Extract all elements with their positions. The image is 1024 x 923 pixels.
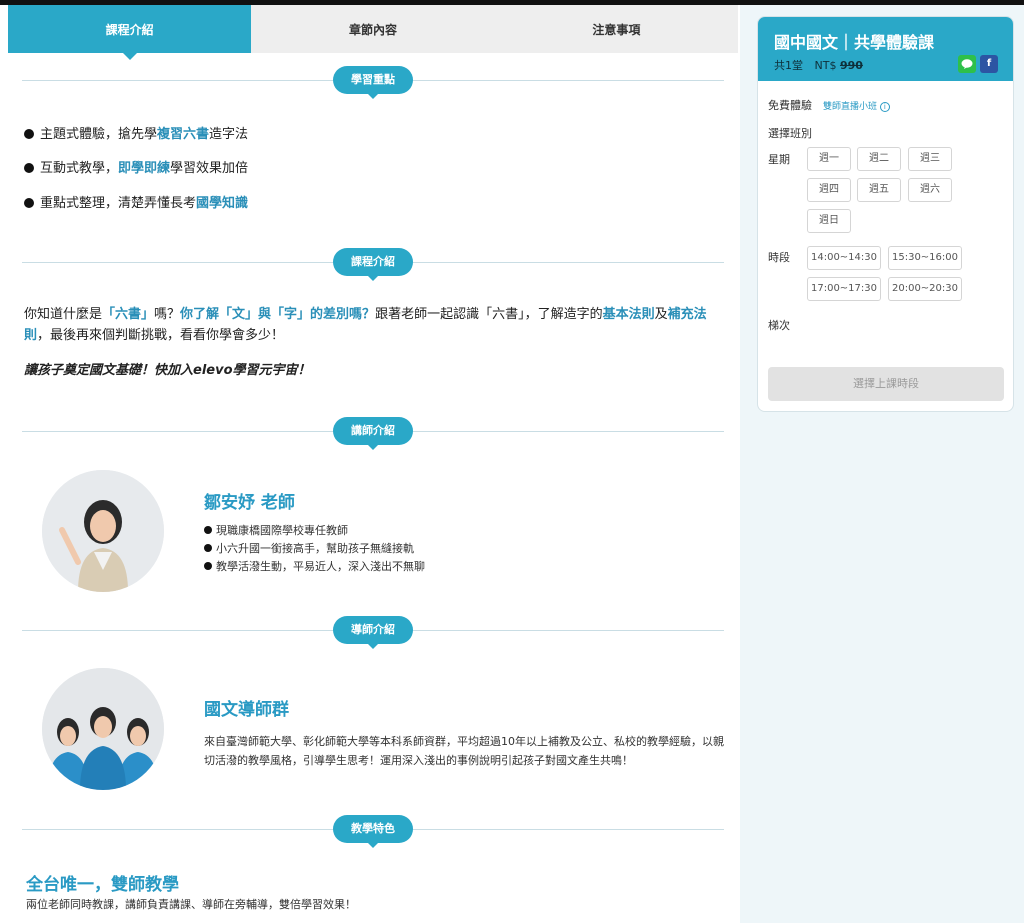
- line-share-button[interactable]: [958, 55, 976, 73]
- feature-description: 兩位老師同時教課，講師負責講課、導師在旁輔導，雙倍學習效果！: [26, 898, 356, 911]
- weekday-option-sat[interactable]: 週六: [908, 178, 952, 202]
- section-header-tutor: 導師介紹: [22, 616, 724, 649]
- feature-title: 全台唯一，雙師教學: [26, 875, 179, 895]
- tab-course-intro[interactable]: 課程介紹: [8, 5, 252, 60]
- bullet-dot-icon: [24, 198, 34, 208]
- info-icon: i: [879, 102, 890, 112]
- weekday-option-tue[interactable]: 週二: [857, 147, 901, 171]
- facebook-share-button[interactable]: f: [980, 55, 998, 73]
- time-label: 時段: [768, 251, 790, 264]
- section-title: 學習重點: [333, 66, 413, 99]
- list-item: 教學活潑生動，平易近人，深入淺出不無聊: [204, 558, 425, 576]
- bullet-dot-icon: [204, 526, 212, 534]
- teacher-avatar: [42, 470, 164, 592]
- course-content: 課程介紹 章節內容 注意事項 學習重點 主題式體驗，搶先學複習六書造字法 互動式…: [8, 5, 738, 923]
- section-title: 教學特色: [333, 815, 413, 848]
- free-trial-link[interactable]: 雙師直播小班 i: [823, 99, 890, 112]
- batch-label: 梯次: [768, 319, 790, 332]
- course-title: 國中國文｜共學體驗課: [774, 33, 935, 52]
- time-option[interactable]: 17:00~17:30: [807, 277, 881, 301]
- tutor-name: 國文導師群: [204, 700, 289, 720]
- list-item: 小六升國一銜接高手，幫助孩子無縫接軌: [204, 540, 425, 558]
- section-header-teacher: 講師介紹: [22, 417, 724, 450]
- weekday-label: 星期: [768, 153, 790, 166]
- section-title: 導師介紹: [333, 616, 413, 649]
- intro-tagline: 讓孩子奠定國文基礎！快加入elevo學習元宇宙！: [24, 363, 311, 378]
- price: 990: [839, 59, 863, 72]
- course-purchase-card: 國中國文｜共學體驗課 共1堂 NT$ 990 f 免費體驗 雙師直播小班 i 選…: [757, 16, 1014, 412]
- time-option[interactable]: 15:30~16:00: [888, 246, 962, 270]
- teacher-points: 現職康橋國際學校專任教師 小六升國一銜接高手，幫助孩子無縫接軌 教學活潑生動，平…: [204, 522, 425, 576]
- card-header: 國中國文｜共學體驗課 共1堂 NT$ 990 f: [758, 17, 1013, 81]
- intro-paragraph: 你知道什麼是「六書」嗎？你了解「文」與「字」的差別嗎？跟著老師一起認識「六書」，…: [24, 307, 707, 343]
- section-header-intro: 課程介紹: [22, 248, 724, 281]
- tutor-description: 來自臺灣師範大學、彰化師範大學等本科系師資群，平均超過10年以上補教及公立、私校…: [204, 735, 724, 767]
- section-title: 講師介紹: [333, 417, 413, 450]
- bullet-dot-icon: [204, 562, 212, 570]
- tutor-avatar: [42, 668, 164, 790]
- session-count: 共1堂: [774, 59, 803, 72]
- highlight-item: 互動式教學，即學即練學習效果加倍: [24, 157, 248, 176]
- section-header-features: 教學特色: [22, 815, 724, 848]
- bullet-dot-icon: [24, 129, 34, 139]
- select-session-button[interactable]: 選擇上課時段: [768, 367, 1004, 401]
- weekday-option-thu[interactable]: 週四: [807, 178, 851, 202]
- tutor-group-photo-icon: [42, 668, 164, 790]
- section-header-highlights: 學習重點: [22, 66, 724, 99]
- weekday-option-fri[interactable]: 週五: [857, 178, 901, 202]
- free-trial-label: 免費體驗: [768, 99, 812, 112]
- line-icon: [961, 59, 973, 69]
- section-title: 課程介紹: [333, 248, 413, 281]
- teacher-photo-icon: [42, 470, 164, 592]
- list-item: 現職康橋國際學校專任教師: [204, 522, 425, 540]
- highlight-item: 重點式整理，清楚弄懂長考國學知識: [24, 192, 248, 211]
- time-option[interactable]: 14:00~14:30: [807, 246, 881, 270]
- facebook-icon: f: [986, 58, 992, 69]
- teacher-name: 鄒安妤 老師: [204, 493, 295, 513]
- highlight-item: 主題式體驗，搶先學複習六書造字法: [24, 123, 248, 142]
- tab-notes[interactable]: 注意事項: [495, 5, 738, 53]
- tab-bar: 課程介紹 章節內容 注意事項: [8, 5, 738, 60]
- weekday-option-sun[interactable]: 週日: [807, 209, 851, 233]
- time-option[interactable]: 20:00~20:30: [888, 277, 962, 301]
- weekday-option-wed[interactable]: 週三: [908, 147, 952, 171]
- bullet-dot-icon: [24, 163, 34, 173]
- bullet-dot-icon: [204, 544, 212, 552]
- tab-chapters[interactable]: 章節內容: [251, 5, 494, 53]
- weekday-option-mon[interactable]: 週一: [807, 147, 851, 171]
- course-meta: 共1堂 NT$ 990: [774, 57, 863, 73]
- choose-class-label: 選擇班別: [768, 127, 812, 140]
- currency: NT$: [814, 59, 837, 72]
